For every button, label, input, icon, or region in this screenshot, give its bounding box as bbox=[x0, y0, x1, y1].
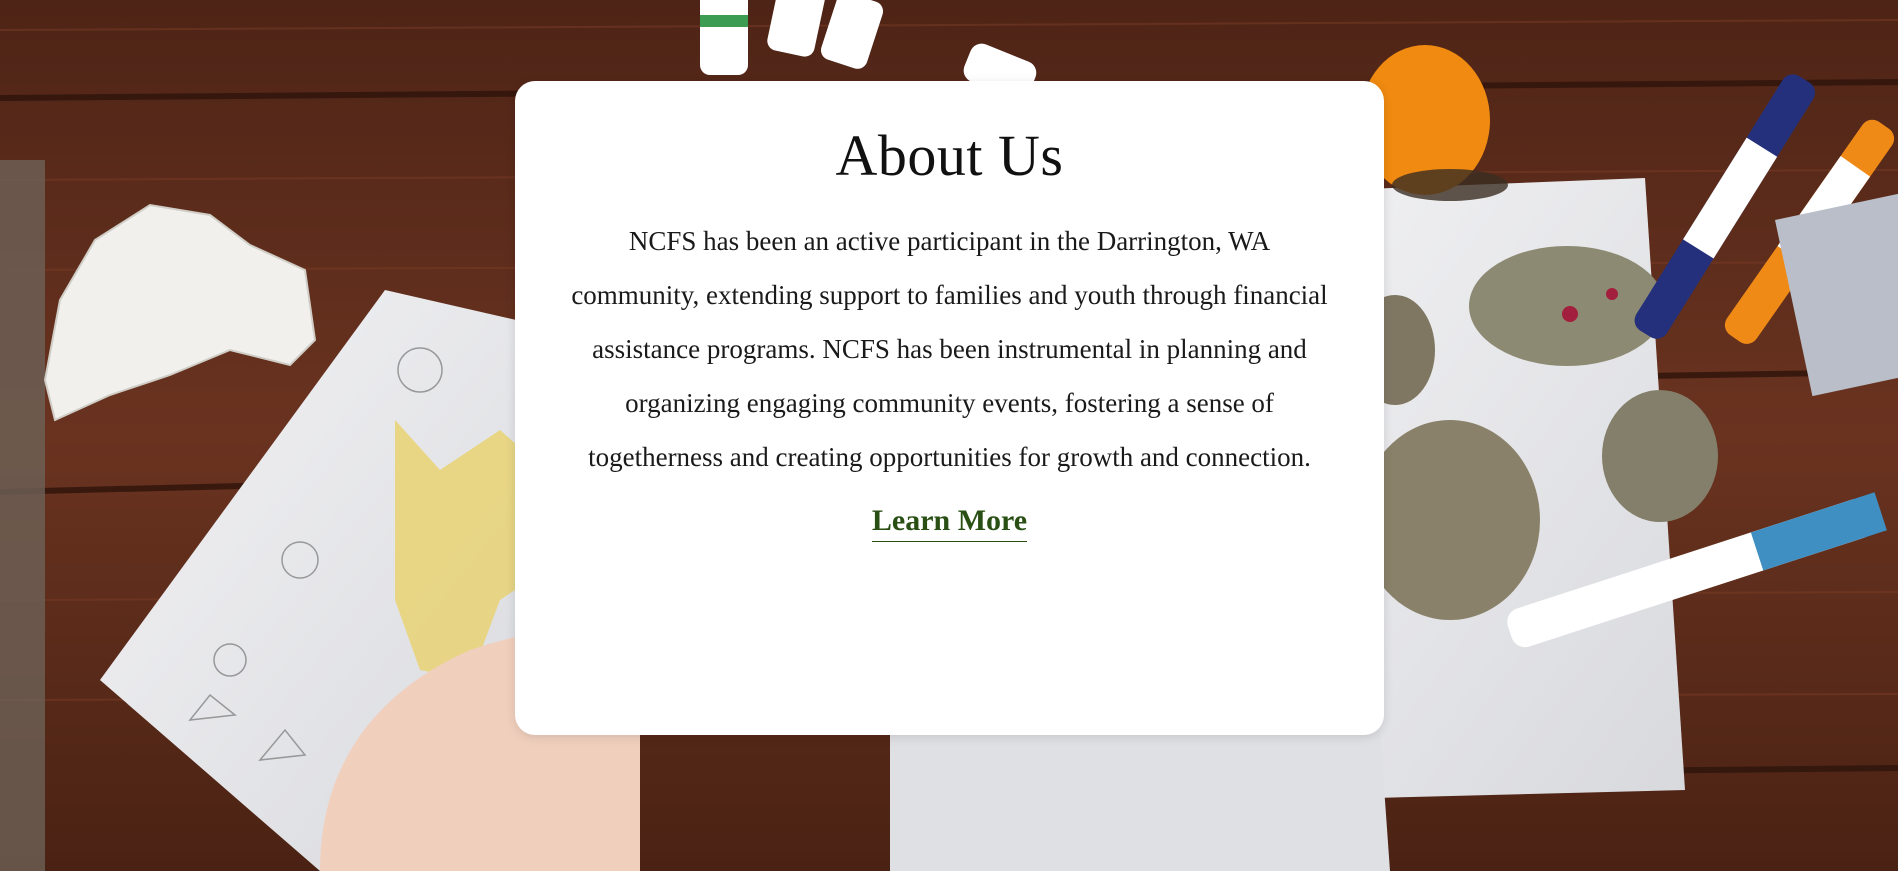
about-title: About Us bbox=[835, 123, 1064, 188]
about-us-card: About Us NCFS has been an active partici… bbox=[515, 81, 1384, 735]
about-hero-section: About Us NCFS has been an active partici… bbox=[0, 0, 1898, 871]
about-description: NCFS has been an active participant in t… bbox=[571, 226, 1328, 472]
learn-more-link[interactable]: Learn More bbox=[871, 502, 1028, 542]
